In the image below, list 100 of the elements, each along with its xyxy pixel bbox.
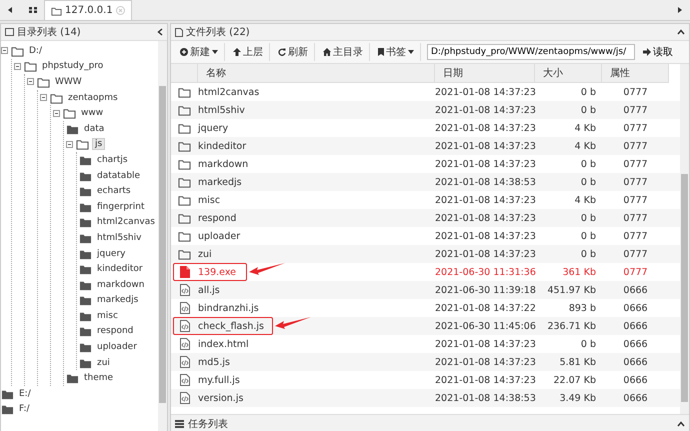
tree-item[interactable]: WWW bbox=[53, 76, 84, 87]
toolbar-button[interactable]: 主目录 bbox=[317, 43, 370, 61]
collapse-icon[interactable] bbox=[66, 140, 73, 148]
file-name[interactable]: markdown bbox=[198, 158, 248, 170]
scrollbar[interactable] bbox=[680, 64, 689, 414]
file-name[interactable]: version.js bbox=[198, 392, 244, 404]
permission-cell-text: 0666 bbox=[622, 338, 649, 352]
permission-cell-text: 0666 bbox=[622, 374, 649, 388]
folder-icon bbox=[178, 248, 191, 260]
file-name[interactable]: html2canvas bbox=[198, 86, 260, 98]
collapse-left-icon[interactable] bbox=[157, 28, 163, 36]
file-name[interactable]: html5shiv bbox=[198, 104, 245, 116]
file-name[interactable]: markedjs bbox=[198, 176, 242, 188]
file-name[interactable]: md5.js bbox=[198, 356, 230, 368]
tree-item[interactable]: datatable bbox=[95, 170, 142, 181]
file-name[interactable]: all.js bbox=[198, 284, 220, 296]
tree-item[interactable]: respond bbox=[95, 326, 136, 336]
size-cell-text: 0 b bbox=[580, 86, 597, 100]
tree-item[interactable]: www bbox=[79, 108, 106, 118]
file-name[interactable]: check_flash.js bbox=[198, 320, 264, 332]
tree-item[interactable]: theme bbox=[82, 373, 116, 384]
file-name[interactable]: zui bbox=[198, 248, 212, 260]
collapse-icon[interactable] bbox=[53, 110, 60, 117]
column-header[interactable]: 名称 bbox=[198, 64, 435, 83]
tree-item[interactable]: phpstudy_pro bbox=[40, 61, 106, 72]
tree-item[interactable]: chartjs bbox=[95, 154, 130, 165]
permission-cell-text: 0666 bbox=[622, 392, 649, 406]
tree-item[interactable]: zentaopms bbox=[66, 92, 120, 103]
collapse-icon[interactable] bbox=[14, 62, 21, 70]
size-cell-text: 0 b bbox=[580, 212, 597, 226]
collapse-icon[interactable] bbox=[27, 78, 34, 86]
home-icon bbox=[323, 48, 331, 56]
file-name[interactable]: 139.exe bbox=[198, 266, 236, 278]
column-header[interactable]: 日期 bbox=[435, 64, 535, 83]
size-cell-text: 0 b bbox=[580, 176, 597, 190]
tree-item[interactable]: E:/ bbox=[17, 388, 33, 399]
panel-title: 任务列表 bbox=[188, 418, 228, 431]
permission-cell-text: 0666 bbox=[622, 284, 649, 298]
scrollbar[interactable] bbox=[158, 41, 167, 431]
date-cell-text: 2021-01-08 14:37:23 bbox=[435, 230, 535, 244]
panel-title: 文件列表 (22) bbox=[186, 26, 250, 39]
path-field[interactable]: D:/phpstudy_pro/WWW/zentaopms/www/js/ bbox=[427, 44, 635, 60]
file-name[interactable]: respond bbox=[198, 212, 236, 224]
file-name[interactable]: index.html bbox=[198, 338, 249, 350]
folder-icon bbox=[178, 176, 191, 188]
tree-item[interactable]: echarts bbox=[95, 186, 133, 196]
code-file-icon bbox=[180, 302, 190, 314]
collapse-icon[interactable] bbox=[1, 47, 8, 54]
code-file-icon bbox=[180, 392, 190, 404]
permission-cell-text: 0777 bbox=[622, 104, 649, 118]
toolbar-button[interactable]: 刷新 bbox=[272, 43, 315, 61]
size-cell-text: 0 b bbox=[580, 158, 597, 172]
date-cell-text: 2021-01-08 14:38:53 bbox=[435, 392, 535, 406]
folder-icon bbox=[79, 216, 92, 228]
toolbar-button[interactable]: 上层 bbox=[227, 43, 270, 61]
tree-item[interactable]: misc bbox=[95, 310, 120, 321]
folder-icon bbox=[178, 194, 191, 206]
file-name[interactable]: jquery bbox=[198, 122, 228, 134]
size-cell-text: 22.07 Kb bbox=[552, 374, 597, 388]
file-name[interactable]: kindeditor bbox=[198, 140, 246, 152]
expand-up-icon[interactable] bbox=[677, 421, 685, 427]
file-name[interactable]: uploader bbox=[198, 230, 240, 242]
date-cell-text: 2021-01-08 14:37:23 bbox=[435, 122, 535, 136]
file-name[interactable]: misc bbox=[198, 194, 220, 206]
size-cell-text: 893 b bbox=[568, 302, 597, 316]
read-button[interactable]: 读取 bbox=[637, 43, 679, 61]
tree-item[interactable]: kindeditor bbox=[95, 264, 145, 274]
permission-cell-text: 0777 bbox=[622, 86, 649, 100]
tab[interactable]: 127.0.0.1 bbox=[44, 0, 132, 20]
collapse-up-icon[interactable] bbox=[677, 29, 685, 35]
column-header[interactable]: 大小 bbox=[535, 64, 602, 83]
size-cell-text: 236.71 Kb bbox=[546, 320, 597, 334]
toolbar-button[interactable]: 新建 bbox=[174, 43, 225, 61]
tree-item[interactable]: html5shiv bbox=[95, 232, 144, 243]
tree-item[interactable]: markdown bbox=[95, 280, 146, 290]
toolbar-button[interactable]: 书签 bbox=[372, 43, 421, 61]
folder-icon bbox=[37, 76, 50, 88]
column-header[interactable]: 属性 bbox=[602, 64, 669, 83]
size-cell-text: 3.49 Kb bbox=[558, 392, 597, 406]
tree-item[interactable]: F:/ bbox=[17, 404, 32, 414]
folder-icon bbox=[178, 86, 191, 98]
tree-item[interactable]: zui bbox=[95, 358, 112, 368]
tree-item[interactable]: markedjs bbox=[95, 295, 140, 306]
folder-icon bbox=[178, 230, 191, 242]
folder-icon bbox=[79, 294, 92, 306]
tree-item[interactable]: jquery bbox=[95, 248, 128, 259]
grid-icon[interactable] bbox=[28, 5, 38, 15]
collapse-icon[interactable] bbox=[40, 94, 47, 102]
tree-item[interactable]: uploader bbox=[95, 342, 139, 352]
tree-item[interactable]: html2canvas bbox=[95, 217, 157, 228]
file-name[interactable]: my.full.js bbox=[198, 374, 240, 386]
tree-item[interactable]: fingerprint bbox=[95, 202, 146, 212]
size-cell-text: 5.81 Kb bbox=[558, 356, 597, 370]
tree-item[interactable]: data bbox=[82, 124, 106, 134]
file-name[interactable]: bindranzhi.js bbox=[198, 302, 259, 314]
tree-item[interactable]: js bbox=[92, 138, 106, 150]
tree-item[interactable]: D:/ bbox=[27, 46, 44, 56]
refresh-icon bbox=[278, 48, 286, 56]
size-cell-text: 0 b bbox=[580, 230, 597, 244]
permission-cell-text: 0777 bbox=[622, 266, 649, 280]
